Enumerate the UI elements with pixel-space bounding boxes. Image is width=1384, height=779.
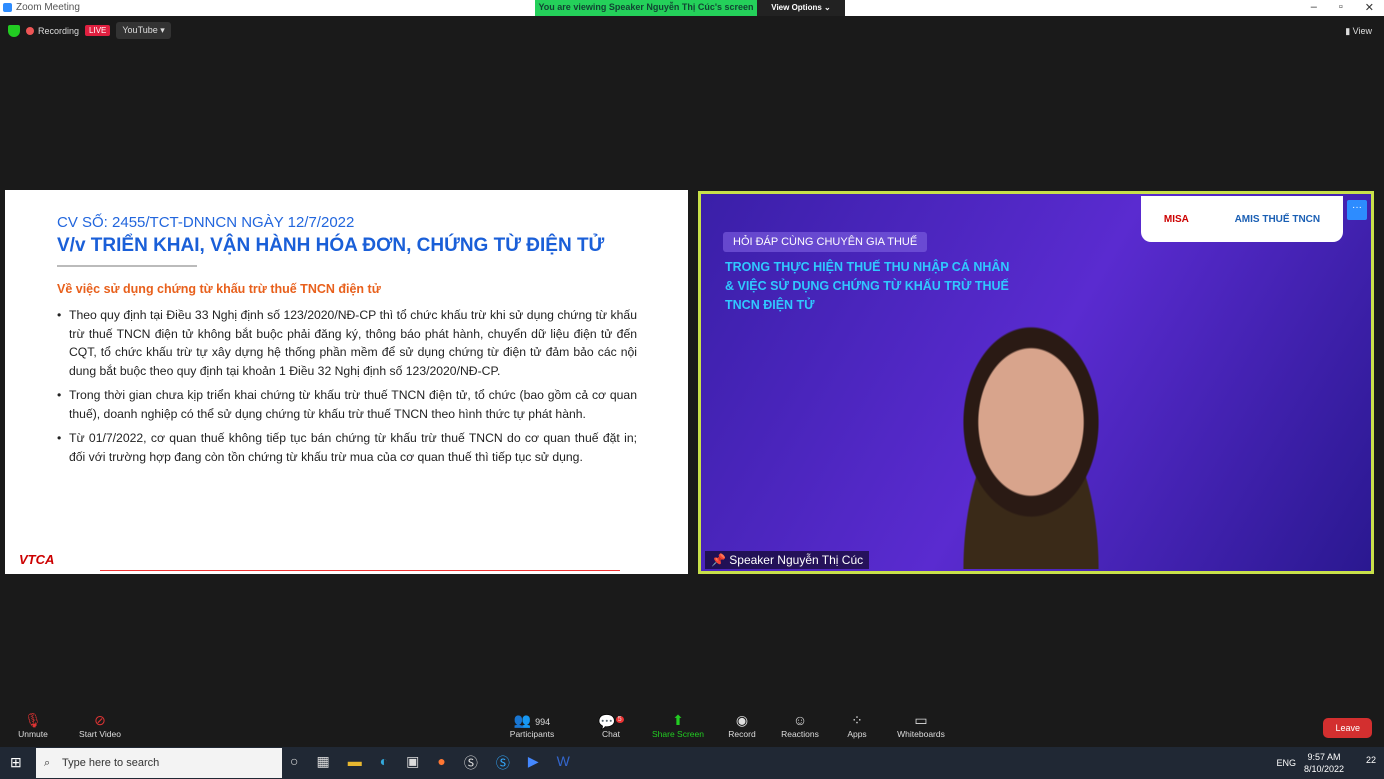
whiteboards-button[interactable]: ▭ Whiteboards — [891, 711, 951, 739]
search-icon: ⌕ — [44, 757, 51, 769]
language-indicator[interactable]: ENG — [1276, 757, 1296, 769]
title-bar: Zoom Meeting You are viewing Speaker Ngu… — [0, 0, 1384, 16]
file-explorer-icon[interactable]: ▬ — [348, 753, 362, 773]
chat-badge: 5 — [615, 716, 624, 723]
record-button[interactable]: ◉ Record — [712, 711, 772, 739]
divider — [57, 265, 197, 267]
skype-active-icon[interactable]: Ⓢ — [496, 753, 510, 773]
record-dot-icon — [26, 26, 34, 35]
windows-start-icon[interactable]: ⊞ — [10, 754, 22, 771]
search-placeholder: Type here to search — [62, 757, 160, 769]
label: Start Video — [79, 729, 121, 739]
bullet: Từ 01/7/2022, cơ quan thuế không tiếp tụ… — [57, 429, 637, 466]
label: Reactions — [781, 729, 819, 739]
bullet: Theo quy định tại Điều 33 Nghị định số 1… — [57, 306, 637, 380]
store-icon[interactable]: ▣ — [406, 753, 419, 773]
title-line: TRONG THỰC HIỆN THUẾ THU NHẬP CÁ NHÂN — [725, 260, 1010, 274]
reactions-button[interactable]: ☺ Reactions — [770, 711, 830, 739]
maximize-button[interactable]: ▫ — [1339, 1, 1343, 14]
chat-button[interactable]: 💬 5 Chat — [581, 711, 641, 739]
whiteboard-icon: ▭ — [914, 712, 928, 728]
video-banner-pill: HỎI ĐÁP CÙNG CHUYÊN GIA THUẾ — [723, 232, 928, 252]
video-banner-title: TRONG THỰC HIỆN THUẾ THU NHẬP CÁ NHÂN & … — [725, 258, 1009, 315]
label: Apps — [847, 729, 867, 739]
view-button[interactable]: ▮ View — [1345, 26, 1372, 37]
clock[interactable]: 9:57 AM 8/10/2022 — [1304, 751, 1344, 775]
zoom-taskbar-icon[interactable]: ▶ — [528, 753, 539, 773]
participants-icon: 👥 994 — [513, 712, 551, 728]
window-title: Zoom Meeting — [16, 2, 80, 13]
label: Unmute — [18, 729, 48, 739]
skype-icon[interactable]: Ⓢ — [464, 753, 478, 773]
misa-logo: MISA — [1163, 213, 1189, 225]
cortana-icon[interactable]: ○ — [290, 753, 298, 773]
live-badge[interactable]: LIVE — [85, 25, 111, 36]
security-shield-icon[interactable] — [8, 24, 20, 37]
slide-bullets: Theo quy định tại Điều 33 Nghị định số 1… — [57, 306, 637, 472]
label: Record — [728, 729, 756, 739]
share-screen-button[interactable]: ⬆ Share Screen — [648, 711, 708, 739]
unmute-button[interactable]: 🎙 Unmute — [3, 711, 63, 739]
chat-icon: 💬 5 — [598, 713, 624, 730]
amis-logo: AMIS THUẾ TNCN — [1234, 213, 1321, 225]
notifications-icon[interactable]: 22 — [1366, 755, 1376, 765]
participant-name: 📌 Speaker Nguyễn Thị Cúc — [705, 551, 870, 569]
date: 8/10/2022 — [1303, 764, 1344, 774]
recording-label: Recording — [38, 25, 80, 36]
slide-heading: V/v TRIỂN KHAI, VẬN HÀNH HÓA ĐƠN, CHỨNG … — [57, 235, 605, 256]
slide-subheading: Về việc sử dụng chứng từ khấu trừ thuế T… — [57, 282, 381, 296]
taskbar-search[interactable]: ⌕ Type here to search — [36, 748, 282, 778]
leave-button[interactable]: Leave — [1323, 718, 1372, 738]
speaker-image — [926, 324, 1136, 569]
vtca-logo: VTCA — [19, 552, 55, 567]
recording-indicator[interactable]: Recording — [26, 26, 79, 36]
task-view-icon[interactable]: ▦ — [316, 753, 329, 773]
zoom-logo-icon — [3, 3, 12, 12]
meeting-toolbar: 🎙 Unmute ⊘ Start Video 👥 994 Participants 💬… — [0, 703, 1384, 747]
more-options-button[interactable]: ··· — [1347, 200, 1367, 220]
participants-button[interactable]: 👥 994 Participants — [502, 711, 562, 739]
speaker-video[interactable]: HỎI ĐÁP CÙNG CHUYÊN GIA THUẾ TRONG THỰC … — [698, 191, 1374, 574]
title-line: TNCN ĐIỆN TỬ — [725, 298, 815, 312]
start-video-button[interactable]: ⊘ Start Video — [70, 711, 130, 739]
sponsor-logos: MISA AMIS THUẾ TNCN — [1141, 196, 1343, 242]
close-button[interactable]: ✕ — [1365, 1, 1374, 14]
share-screen-icon: ⬆ — [672, 712, 684, 728]
bullet: Trong thời gian chưa kịp triển khai chứn… — [57, 386, 637, 423]
word-icon[interactable]: W — [557, 753, 570, 773]
label: Participants — [509, 729, 555, 739]
shared-screen: CV SỐ: 2455/TCT-DNNCN NGÀY 12/7/2022 V/v… — [5, 190, 688, 574]
title-line: & VIỆC SỬ DỤNG CHỨNG TỪ KHẤU TRỪ THUẾ — [725, 279, 1009, 293]
mic-muted-icon: 🎙 — [24, 712, 42, 728]
minimize-button[interactable]: – — [1311, 1, 1317, 14]
view-options-button[interactable]: View Options ⌄ — [757, 0, 845, 16]
record-icon: ◉ — [735, 712, 749, 728]
participant-count: 994 — [535, 717, 551, 727]
slide-doc-number: CV SỐ: 2455/TCT-DNNCN NGÀY 12/7/2022 — [57, 214, 355, 231]
apps-button[interactable]: ⁘ Apps — [827, 711, 887, 739]
footer-line — [100, 570, 620, 571]
stream-dropdown[interactable]: YouTube ▾ — [116, 22, 171, 39]
apps-icon: ⁘ — [851, 712, 863, 728]
time: 9:57 AM — [1307, 752, 1341, 762]
label: Whiteboards — [897, 729, 945, 739]
label: Chat — [602, 729, 620, 739]
viewing-banner: You are viewing Speaker Nguyễn Thị Cúc's… — [535, 0, 757, 16]
taskbar-apps: ○ ▦ ▬ ◐ ▣ ● Ⓢ Ⓢ ▶ W — [290, 753, 570, 773]
edge-icon[interactable]: ◐ — [380, 753, 388, 773]
video-off-icon: ⊘ — [94, 712, 106, 728]
system-tray: ENG 9:57 AM 8/10/2022 — [1276, 751, 1344, 775]
windows-taskbar: ⊞ ⌕ Type here to search ○ ▦ ▬ ◐ ▣ ● Ⓢ Ⓢ ▶ W ENG 9:… — [0, 747, 1384, 779]
reactions-icon: ☺ — [792, 712, 808, 728]
name-label: Speaker Nguyễn Thị Cúc — [729, 553, 864, 567]
label: Share Screen — [652, 729, 704, 739]
firefox-icon[interactable]: ● — [437, 753, 445, 773]
